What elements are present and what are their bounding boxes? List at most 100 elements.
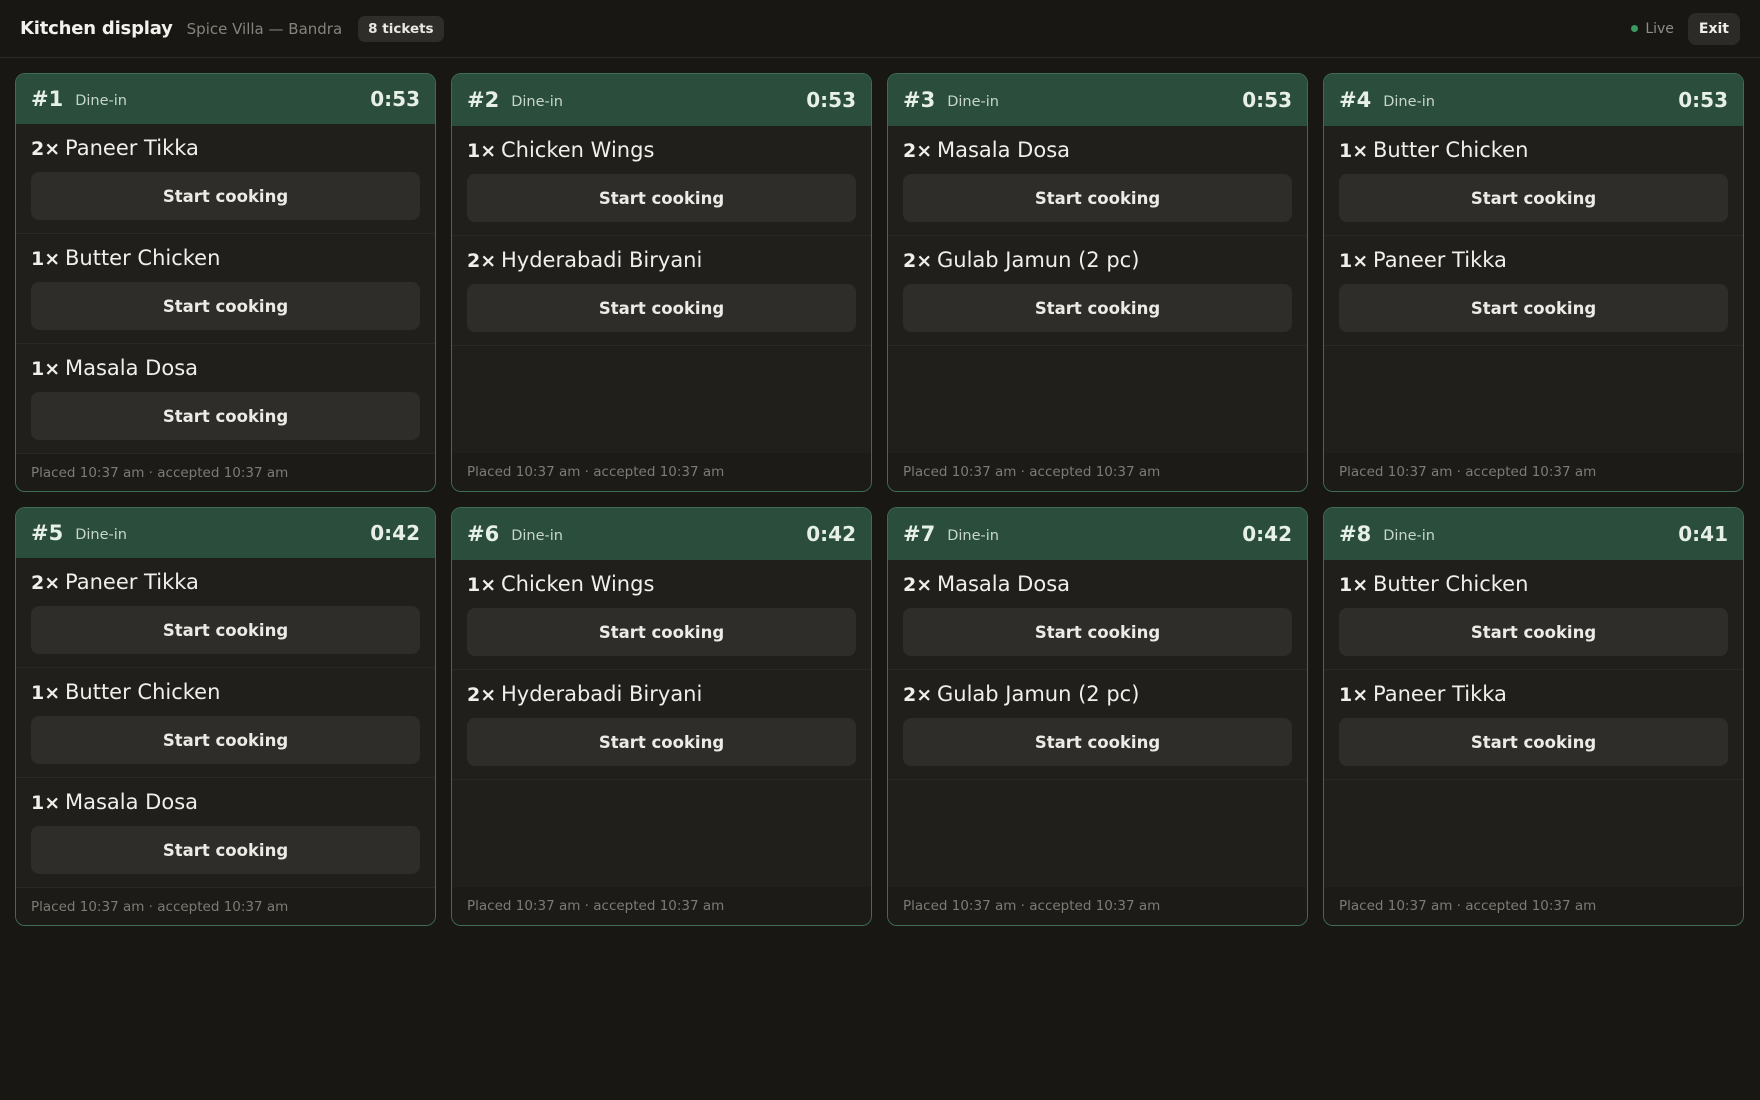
start-cooking-button[interactable]: Start cooking: [903, 608, 1292, 656]
item-quantity: 1×: [31, 682, 61, 705]
start-cooking-button[interactable]: Start cooking: [467, 608, 856, 656]
item-line: 1× Chicken Wings: [467, 138, 856, 164]
ticket-card: #5 Dine-in 0:42 2× Paneer Tikka Start co…: [15, 507, 436, 926]
ticket-items: 2× Paneer Tikka Start cooking 1× Butter …: [16, 124, 435, 455]
ticket-number: #8: [1339, 522, 1372, 546]
ticket-header: #4 Dine-in 0:53: [1324, 74, 1743, 126]
ticket-footer: Placed 10:37 am · accepted 10:37 am: [1324, 453, 1743, 491]
item-quantity: 2×: [903, 574, 933, 596]
start-cooking-button[interactable]: Start cooking: [31, 282, 420, 331]
ticket-footer: Placed 10:37 am · accepted 10:37 am: [16, 454, 435, 491]
ticket-header: #6 Dine-in 0:42: [452, 508, 871, 560]
elapsed-timer: 0:53: [1242, 88, 1292, 112]
start-cooking-button[interactable]: Start cooking: [1339, 284, 1728, 332]
item-quantity: 2×: [903, 140, 933, 162]
top-bar: Kitchen display Spice Villa — Bandra 8 t…: [0, 0, 1760, 58]
order-item: 2× Gulab Jamun (2 pc) Start cooking: [888, 236, 1307, 346]
item-name: Butter Chicken: [1373, 572, 1529, 596]
order-item: 1× Butter Chicken Start cooking: [16, 668, 435, 779]
ticket-items: 1× Chicken Wings Start cooking 2× Hydera…: [452, 126, 871, 453]
item-name: Gulab Jamun (2 pc): [937, 682, 1140, 706]
elapsed-timer: 0:53: [370, 87, 420, 112]
order-type: Dine-in: [75, 526, 127, 543]
item-quantity: 1×: [1339, 684, 1369, 706]
item-name: Masala Dosa: [937, 138, 1071, 162]
item-quantity: 1×: [467, 140, 497, 162]
ticket-count-badge: 8 tickets: [358, 15, 444, 42]
item-line: 1× Butter Chicken: [31, 246, 420, 272]
item-line: 1× Paneer Tikka: [1339, 682, 1728, 708]
order-item: 1× Butter Chicken Start cooking: [16, 234, 435, 345]
order-item: 1× Masala Dosa Start cooking: [16, 778, 435, 889]
order-item: 1× Masala Dosa Start cooking: [16, 344, 435, 455]
start-cooking-button[interactable]: Start cooking: [903, 284, 1292, 332]
order-item: 1× Butter Chicken Start cooking: [1324, 126, 1743, 236]
start-cooking-button[interactable]: Start cooking: [903, 174, 1292, 222]
order-item: 1× Butter Chicken Start cooking: [1324, 560, 1743, 670]
item-line: 2× Hyderabadi Biryani: [467, 248, 856, 274]
ticket-grid: #1 Dine-in 0:53 2× Paneer Tikka Start co…: [15, 73, 1745, 926]
order-item: 1× Chicken Wings Start cooking: [452, 126, 871, 236]
start-cooking-button[interactable]: Start cooking: [31, 716, 420, 765]
item-name: Chicken Wings: [501, 138, 655, 162]
ticket-number: #5: [31, 521, 64, 546]
item-line: 1× Masala Dosa: [31, 356, 420, 382]
ticket-header: #1 Dine-in 0:53: [16, 74, 435, 125]
start-cooking-button[interactable]: Start cooking: [903, 718, 1292, 766]
item-name: Paneer Tikka: [1373, 682, 1507, 706]
item-quantity: 2×: [31, 138, 61, 161]
item-quantity: 1×: [467, 574, 497, 596]
order-item: 2× Hyderabadi Biryani Start cooking: [452, 236, 871, 346]
order-type: Dine-in: [75, 92, 127, 109]
item-name: Paneer Tikka: [1373, 248, 1507, 272]
start-cooking-button[interactable]: Start cooking: [467, 284, 856, 332]
ticket-footer: Placed 10:37 am · accepted 10:37 am: [888, 453, 1307, 491]
start-cooking-button[interactable]: Start cooking: [31, 172, 420, 221]
item-name: Masala Dosa: [65, 356, 199, 381]
app-title: Kitchen display: [20, 18, 173, 39]
item-name: Paneer Tikka: [65, 570, 199, 595]
start-cooking-button[interactable]: Start cooking: [467, 718, 856, 766]
item-name: Butter Chicken: [65, 680, 221, 705]
item-line: 1× Paneer Tikka: [1339, 248, 1728, 274]
item-name: Gulab Jamun (2 pc): [937, 248, 1140, 272]
start-cooking-button[interactable]: Start cooking: [1339, 718, 1728, 766]
start-cooking-button[interactable]: Start cooking: [31, 606, 420, 655]
start-cooking-button[interactable]: Start cooking: [1339, 174, 1728, 222]
item-name: Paneer Tikka: [65, 136, 199, 161]
ticket-card: #2 Dine-in 0:53 1× Chicken Wings Start c…: [451, 73, 872, 492]
elapsed-timer: 0:41: [1678, 522, 1728, 546]
item-name: Butter Chicken: [1373, 138, 1529, 162]
order-item: 1× Paneer Tikka Start cooking: [1324, 670, 1743, 780]
start-cooking-button[interactable]: Start cooking: [31, 826, 420, 875]
restaurant-location: Spice Villa — Bandra: [186, 19, 343, 38]
item-name: Hyderabadi Biryani: [501, 248, 703, 272]
ticket-items: 2× Masala Dosa Start cooking 2× Gulab Ja…: [888, 560, 1307, 887]
ticket-number: #4: [1339, 88, 1372, 112]
start-cooking-button[interactable]: Start cooking: [467, 174, 856, 222]
item-name: Chicken Wings: [501, 572, 655, 596]
item-line: 1× Butter Chicken: [31, 680, 420, 706]
ticket-card: #8 Dine-in 0:41 1× Butter Chicken Start …: [1323, 507, 1744, 926]
ticket-items: 1× Butter Chicken Start cooking 1× Panee…: [1324, 126, 1743, 453]
ticket-footer: Placed 10:37 am · accepted 10:37 am: [1324, 887, 1743, 925]
item-quantity: 2×: [903, 250, 933, 272]
ticket-header: #7 Dine-in 0:42: [888, 508, 1307, 560]
exit-button[interactable]: Exit: [1687, 12, 1740, 45]
order-type: Dine-in: [1383, 527, 1435, 544]
elapsed-timer: 0:42: [1242, 522, 1292, 546]
start-cooking-button[interactable]: Start cooking: [1339, 608, 1728, 656]
item-quantity: 2×: [467, 684, 497, 706]
order-item: 2× Masala Dosa Start cooking: [888, 560, 1307, 670]
ticket-number: #3: [903, 88, 936, 112]
item-quantity: 1×: [1339, 250, 1369, 272]
order-item: 2× Paneer Tikka Start cooking: [16, 558, 435, 669]
item-line: 1× Butter Chicken: [1339, 572, 1728, 598]
item-line: 2× Gulab Jamun (2 pc): [903, 248, 1292, 274]
item-quantity: 1×: [31, 358, 61, 381]
order-type: Dine-in: [511, 527, 563, 544]
item-quantity: 1×: [1339, 574, 1369, 596]
order-item: 2× Hyderabadi Biryani Start cooking: [452, 670, 871, 780]
ticket-header: #3 Dine-in 0:53: [888, 74, 1307, 126]
start-cooking-button[interactable]: Start cooking: [31, 392, 420, 441]
